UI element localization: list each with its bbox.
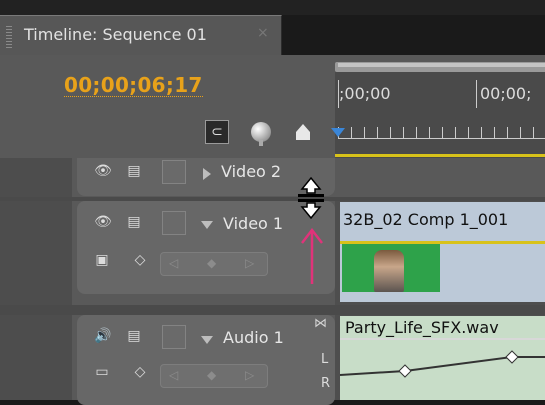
track-separator [0, 305, 545, 315]
keyframe-icon-base [296, 132, 310, 140]
ruler-major-tick [476, 80, 477, 108]
current-time-display[interactable]: 00;00;06;17 [64, 74, 203, 97]
track-name: Video 1 [223, 214, 284, 233]
expand-arrow-icon[interactable] [203, 168, 211, 180]
prev-keyframe-icon[interactable]: ◁ [169, 368, 178, 382]
playhead-icon[interactable] [331, 128, 345, 137]
display-style-icon[interactable]: ▣ [91, 252, 113, 268]
volume-rubberband[interactable] [340, 345, 545, 385]
track-header-audio1[interactable] [77, 315, 335, 405]
tab-grip-icon[interactable] [6, 26, 12, 48]
keyframe-marker[interactable] [398, 364, 412, 378]
keyframe-icon[interactable] [296, 124, 310, 132]
prev-keyframe-icon[interactable]: ◁ [169, 256, 178, 270]
keyframe-marker[interactable] [505, 350, 519, 364]
work-area-bar[interactable] [335, 154, 545, 157]
waveform-style-icon[interactable]: ▭ [91, 364, 113, 380]
annotation-arrow-icon [301, 228, 323, 284]
add-keyframe-icon[interactable]: ◆ [207, 368, 216, 382]
channel-right-label: R [321, 376, 331, 391]
tab-close-icon[interactable]: × [257, 25, 269, 41]
thumbnail-figure [374, 250, 404, 292]
keyframe-nav[interactable]: ◁ ◆ ▷ [160, 252, 268, 276]
next-keyframe-icon[interactable]: ▷ [245, 368, 254, 382]
clip-header-divider [340, 338, 545, 340]
collapse-arrow-icon[interactable] [201, 336, 213, 344]
resize-cursor-icon [298, 176, 324, 220]
tab-strip-empty [282, 15, 545, 55]
next-keyframe-icon[interactable]: ▷ [245, 256, 254, 270]
track-name: Video 2 [221, 162, 282, 181]
eye-icon[interactable]: 👁 [92, 214, 114, 230]
lock-toggle[interactable] [162, 211, 186, 235]
show-keyframes-icon[interactable]: ◇ [130, 252, 150, 268]
film-icon[interactable]: ▤ [124, 163, 144, 179]
viewing-area-highlight [338, 63, 545, 67]
track-name: Audio 1 [223, 328, 284, 347]
film-icon[interactable]: ▤ [124, 214, 144, 230]
ruler-label: ;00;00 [339, 84, 391, 103]
audio-sync-icon: ⋈ [314, 316, 327, 331]
tab-title[interactable]: Timeline: Sequence 01 [24, 25, 207, 44]
track-target-column [0, 158, 72, 400]
channel-left-label: L [321, 352, 329, 367]
collapse-arrow-icon[interactable] [201, 221, 213, 229]
film-icon[interactable]: ▤ [124, 328, 144, 344]
clip-name: 32B_02 Comp 1_001 [343, 210, 509, 229]
lock-toggle[interactable] [162, 160, 186, 184]
eye-icon[interactable]: 👁 [92, 163, 114, 179]
speaker-icon[interactable]: 🔊 [92, 328, 114, 344]
clip-name: Party_Life_SFX.wav [345, 318, 499, 337]
ruler-baseline [338, 138, 545, 139]
set-marker-icon[interactable] [250, 121, 274, 146]
track-lane-video2[interactable] [335, 158, 545, 198]
show-keyframes-icon[interactable]: ◇ [130, 364, 150, 380]
top-bar [0, 0, 545, 15]
lock-toggle[interactable] [162, 325, 186, 349]
keyframe-nav[interactable]: ◁ ◆ ▷ [160, 364, 268, 388]
ruler-label: 00;00; [480, 84, 532, 103]
add-keyframe-icon[interactable]: ◆ [207, 256, 216, 270]
snap-icon[interactable]: ⊂ [205, 120, 229, 144]
